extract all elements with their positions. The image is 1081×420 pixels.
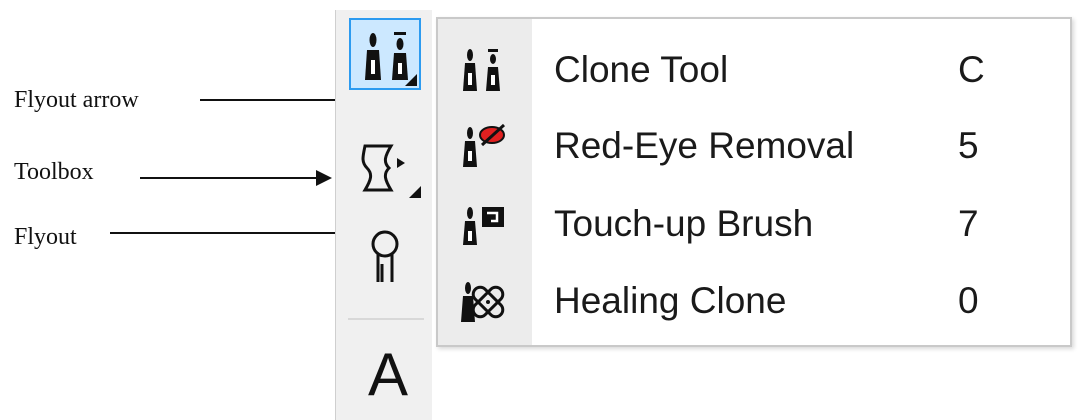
toolbox: A: [335, 10, 432, 420]
toolbox-divider: [348, 318, 424, 320]
flyout-item-clone-tool[interactable]: Clone Tool C: [438, 31, 1070, 109]
flyout-arrow-icon[interactable]: [405, 74, 417, 86]
flyout-item-shortcut: C: [958, 49, 985, 90]
flyout-item-shortcut: 7: [958, 203, 979, 244]
flyout-item-label: Healing Clone: [554, 280, 787, 321]
flyout-item-shortcut: 0: [958, 280, 979, 321]
clone-tool-icon: [463, 49, 500, 91]
flyout-item-label: Clone Tool: [554, 49, 729, 90]
flyout-item-label: Touch-up Brush: [554, 203, 814, 244]
flyout-arrow-icon[interactable]: [409, 186, 421, 198]
flyout-item-red-eye-removal[interactable]: Red-Eye Removal 5: [438, 107, 1070, 185]
flyout-item-label: Red-Eye Removal: [554, 125, 855, 166]
tube-tool-button[interactable]: [349, 220, 421, 292]
shape-tool-button[interactable]: [349, 132, 421, 204]
annotation-flyout: Flyout: [14, 224, 77, 250]
clone-tool-button[interactable]: [349, 18, 421, 90]
text-tool-button[interactable]: A: [358, 340, 418, 410]
flyout-item-touch-up-brush[interactable]: Touch-up Brush 7: [438, 185, 1070, 263]
flyout-menu: Clone Tool C Red-Eye Removal 5 Touch-up …: [436, 17, 1072, 347]
red-eye-removal-icon: [463, 123, 506, 167]
flyout-item-healing-clone[interactable]: Healing Clone 0: [438, 262, 1070, 340]
tube-tool-icon: [371, 230, 399, 282]
healing-clone-icon: [461, 282, 505, 322]
annotation-toolbox: Toolbox: [14, 159, 94, 185]
touch-up-brush-icon: [463, 207, 504, 245]
flyout-item-shortcut: 5: [958, 125, 979, 166]
annotation-arrow-toolbox: [140, 170, 332, 186]
annotation-flyout-arrow: Flyout arrow: [14, 87, 139, 113]
